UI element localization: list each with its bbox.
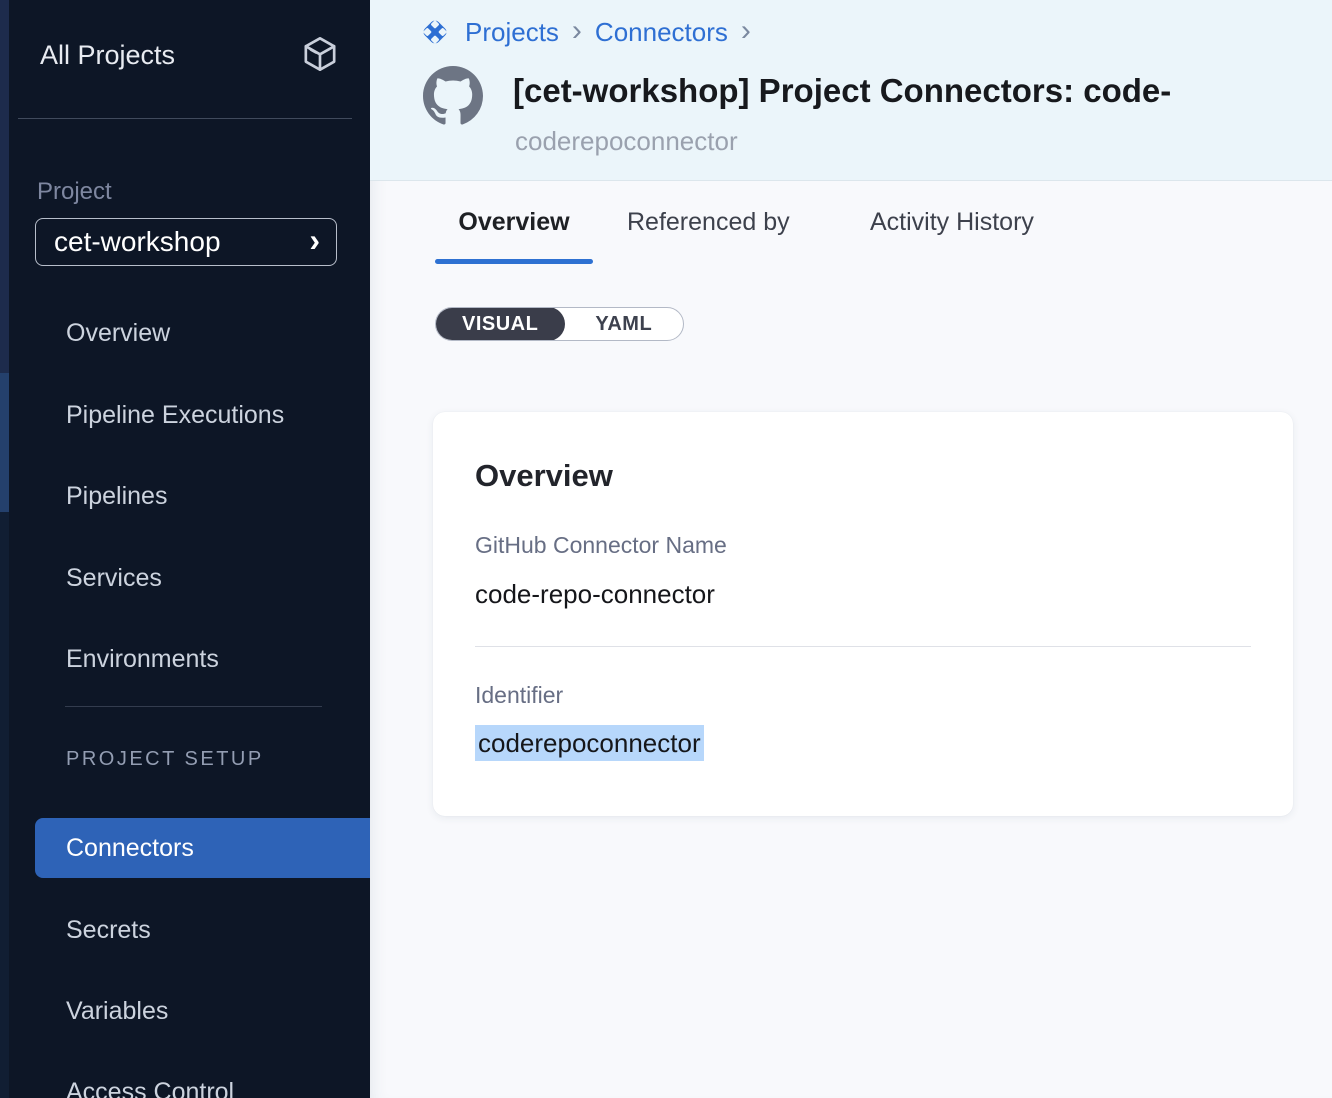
- main-content: Projects › Connectors › [cet-workshop] P…: [370, 0, 1332, 1098]
- github-icon: [423, 66, 483, 126]
- field-label-github-connector-name: GitHub Connector Name: [475, 532, 727, 559]
- page-title: [cet-workshop] Project Connectors: code-: [513, 72, 1171, 110]
- sidebar-item-pipeline-executions[interactable]: Pipeline Executions: [66, 397, 284, 433]
- card-divider: [475, 646, 1251, 647]
- toggle-option-yaml[interactable]: YAML: [564, 308, 683, 340]
- sidebar-item-variables[interactable]: Variables: [66, 993, 168, 1029]
- card-title: Overview: [475, 458, 613, 494]
- sidebar-item-overview[interactable]: Overview: [66, 315, 170, 351]
- overview-card: Overview GitHub Connector Name code-repo…: [433, 412, 1293, 816]
- sidebar-item-access-control[interactable]: Access Control: [66, 1074, 234, 1098]
- tab-overview[interactable]: Overview: [435, 208, 593, 237]
- harness-project-icon: [418, 15, 452, 49]
- module-rail-segment: [0, 0, 9, 373]
- selected-text-highlight: coderepoconnector: [475, 725, 704, 761]
- breadcrumb-separator-icon: ›: [572, 16, 582, 46]
- visual-yaml-toggle[interactable]: VISUAL YAML: [435, 307, 684, 341]
- module-rail-segment-active: [0, 373, 9, 512]
- project-setup-section-header: PROJECT SETUP: [66, 748, 264, 771]
- breadcrumb-connectors-link[interactable]: Connectors: [595, 17, 728, 48]
- breadcrumb-separator-icon: ›: [741, 16, 751, 46]
- project-selector-value: cet-workshop: [54, 226, 221, 258]
- project-selector[interactable]: cet-workshop ›: [35, 218, 337, 266]
- sidebar-divider: [65, 706, 322, 707]
- breadcrumb: Projects › Connectors ›: [418, 15, 751, 49]
- sidebar-divider: [18, 118, 352, 119]
- page-header: Projects › Connectors › [cet-workshop] P…: [370, 0, 1332, 181]
- tab-referenced-by[interactable]: Referenced by: [627, 208, 790, 237]
- sidebar-item-pipelines[interactable]: Pipelines: [66, 478, 167, 514]
- all-projects-label[interactable]: All Projects: [40, 40, 175, 71]
- tab-activity-history[interactable]: Activity History: [870, 208, 1034, 237]
- module-rail: [0, 0, 9, 1098]
- field-label-identifier: Identifier: [475, 682, 563, 709]
- sidebar: All Projects Project cet-workshop › Over…: [0, 0, 370, 1098]
- app-window: All Projects Project cet-workshop › Over…: [0, 0, 1332, 1098]
- toggle-option-visual[interactable]: VISUAL: [435, 307, 565, 341]
- sidebar-item-environments[interactable]: Environments: [66, 641, 219, 677]
- chevron-right-icon: ›: [309, 224, 320, 256]
- breadcrumb-projects-link[interactable]: Projects: [465, 17, 559, 48]
- sidebar-item-connectors[interactable]: Connectors: [35, 818, 370, 878]
- cube-icon[interactable]: [300, 34, 340, 74]
- active-tab-underline: [435, 259, 593, 264]
- field-value-identifier: coderepoconnector: [475, 728, 704, 759]
- sidebar-item-label: Connectors: [66, 834, 194, 863]
- project-label: Project: [37, 178, 112, 206]
- field-value-connector-name: code-repo-connector: [475, 579, 715, 610]
- sidebar-item-secrets[interactable]: Secrets: [66, 912, 151, 948]
- sidebar-item-services[interactable]: Services: [66, 560, 162, 596]
- page-subtitle: coderepoconnector: [515, 126, 738, 157]
